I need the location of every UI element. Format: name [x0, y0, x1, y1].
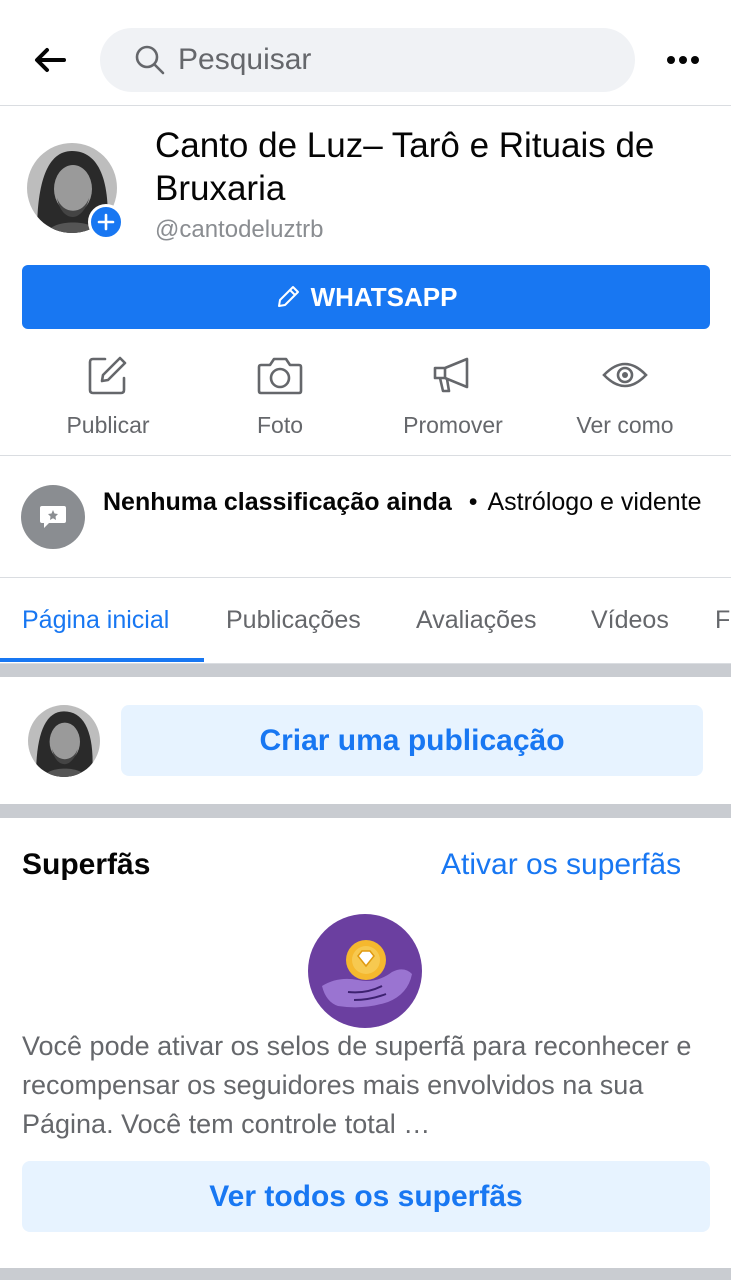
tab-posts[interactable]: Publicações: [226, 606, 361, 635]
tab-videos[interactable]: Vídeos: [591, 606, 669, 635]
edit-icon: [22, 352, 194, 398]
publish-action[interactable]: Publicar: [22, 352, 194, 439]
activate-superfans-link[interactable]: Ativar os superfãs: [441, 848, 681, 882]
superfans-description: Você pode ativar os selos de superfã par…: [22, 1031, 692, 1139]
page-tabs: Página inicial Publicações Avaliações Ví…: [0, 578, 731, 664]
active-tab-indicator: [0, 658, 204, 662]
add-photo-icon[interactable]: [88, 204, 124, 240]
tab-reviews[interactable]: Avaliações: [416, 606, 536, 635]
pencil-icon: [277, 286, 299, 307]
section-divider: [0, 1268, 731, 1280]
eye-icon: [539, 352, 711, 398]
view-all-superfans-button[interactable]: Ver todos os superfãs: [22, 1161, 710, 1232]
tab-more[interactable]: F: [715, 606, 730, 635]
more-options-icon[interactable]: [660, 44, 706, 76]
tab-home[interactable]: Página inicial: [22, 606, 169, 635]
photo-action[interactable]: Foto: [194, 352, 366, 439]
review-icon: [21, 485, 85, 549]
promote-label: Promover: [403, 412, 503, 438]
search-icon: [134, 44, 166, 76]
rating-dot: •: [468, 488, 478, 516]
whatsapp-label: WHATSAPP: [310, 281, 458, 312]
back-arrow-icon[interactable]: [28, 40, 72, 80]
section-divider: [0, 804, 731, 818]
view-as-label: Ver como: [576, 412, 674, 438]
publish-label: Publicar: [66, 412, 150, 438]
page-category: Astrólogo e vidente: [487, 488, 702, 516]
rating-status: Nenhuma classificação ainda: [103, 488, 452, 516]
photo-label: Foto: [256, 412, 304, 438]
camera-icon: [194, 352, 366, 398]
promote-action[interactable]: Promover: [367, 352, 539, 439]
page-actions: Publicar Foto Promover Ver como: [0, 340, 731, 456]
view-as-action[interactable]: Ver como: [539, 352, 711, 439]
page-title: Canto de Luz– Tarô e Rituais de Bruxaria: [155, 126, 655, 208]
superfans-title: Superfãs: [22, 848, 151, 881]
composer-avatar[interactable]: [28, 705, 100, 777]
search-placeholder: Pesquisar: [178, 43, 312, 76]
page-handle: @cantodeluztrb: [155, 216, 324, 243]
section-divider: [0, 664, 731, 677]
create-post-button[interactable]: Criar uma publicação: [121, 705, 703, 776]
superfan-badge-icon: [308, 914, 422, 1028]
rating-summary: Nenhuma classificação ainda • Astrólogo e…: [103, 486, 703, 518]
whatsapp-button[interactable]: WHATSAPP: [22, 265, 710, 329]
megaphone-icon: [367, 352, 539, 398]
